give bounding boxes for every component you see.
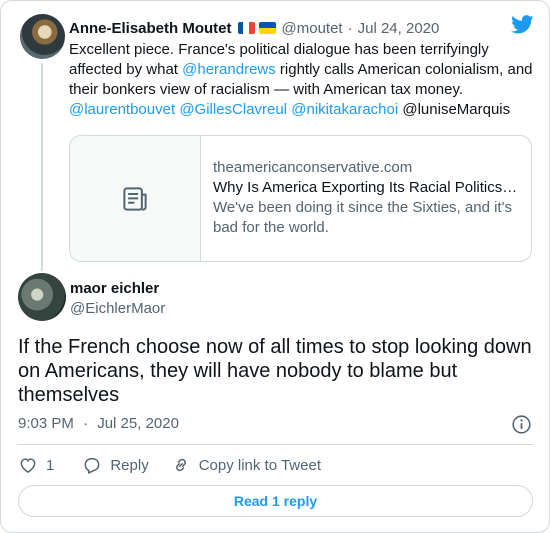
mention-gillesclavreul[interactable]: @GillesClavreul [179, 101, 287, 118]
parent-author-handle[interactable]: @moutet [282, 20, 343, 37]
reply-label: Reply [110, 456, 149, 474]
link-preview-thumbnail [70, 136, 201, 261]
link-icon [175, 458, 186, 472]
main-tweet-text: If the French choose now of all times to… [18, 336, 532, 406]
main-author-name[interactable]: maor eichler [70, 280, 159, 297]
heart-icon [20, 458, 36, 473]
mention-laurentbouvet[interactable]: @laurentbouvet [69, 101, 175, 118]
tweet-actions-bar: 1 Reply Copy link to Tweet [18, 454, 321, 476]
parent-tweet-text: Excellent piece. France's political dial… [69, 40, 539, 120]
france-flag-icon [237, 22, 255, 34]
parent-tweet-date[interactable]: Jul 24, 2020 [358, 20, 440, 37]
parent-author-avatar[interactable] [20, 14, 65, 59]
read-replies-button[interactable]: Read 1 reply [18, 485, 533, 517]
mention-lunisemarquis: @luniseMarquis [402, 101, 511, 118]
main-author-handle[interactable]: @EichlerMaor [70, 300, 165, 317]
copy-link-label: Copy link to Tweet [198, 456, 321, 474]
twitter-bird-icon[interactable] [511, 15, 534, 34]
timestamp-separator: · [83, 415, 89, 432]
link-preview-body: theamericanconservative.com Why Is Ameri… [213, 158, 523, 238]
tweet-time[interactable]: 9:03 PM [18, 415, 74, 432]
parent-tweet-header: Anne-Elisabeth Moutet @moutet · Jul 24, … [69, 18, 439, 38]
mention-nikitakarachoi[interactable]: @nikitakarachoi [291, 101, 398, 118]
link-preview-card[interactable]: theamericanconservative.com Why Is Ameri… [69, 135, 532, 262]
header-separator: · [347, 19, 353, 37]
like-button[interactable]: 1 [18, 455, 54, 475]
tweet-date[interactable]: Jul 25, 2020 [97, 415, 179, 432]
article-icon [123, 186, 147, 211]
info-icon[interactable] [511, 414, 532, 435]
copy-link-button[interactable]: Copy link to Tweet [171, 455, 321, 475]
embedded-tweet-card: Anne-Elisabeth Moutet @moutet · Jul 24, … [0, 0, 550, 533]
reply-icon [84, 458, 100, 474]
mention-herandrews[interactable]: @herandrews [182, 61, 276, 78]
like-count: 1 [46, 456, 55, 474]
parent-author-name[interactable]: Anne-Elisabeth Moutet [69, 20, 232, 37]
link-title: Why Is America Exporting Its Racial Poli… [213, 179, 518, 196]
thread-connector-line [41, 63, 43, 271]
link-description: We've been doing it since the Sixties, a… [213, 199, 512, 236]
reply-button[interactable]: Reply [82, 455, 149, 475]
main-author-avatar[interactable] [18, 273, 66, 321]
actions-divider [18, 444, 533, 445]
tweet-timestamp[interactable]: 9:03 PM · Jul 25, 2020 [18, 415, 179, 432]
ukraine-flag-icon [258, 22, 276, 34]
link-domain: theamericanconservative.com [213, 159, 413, 176]
